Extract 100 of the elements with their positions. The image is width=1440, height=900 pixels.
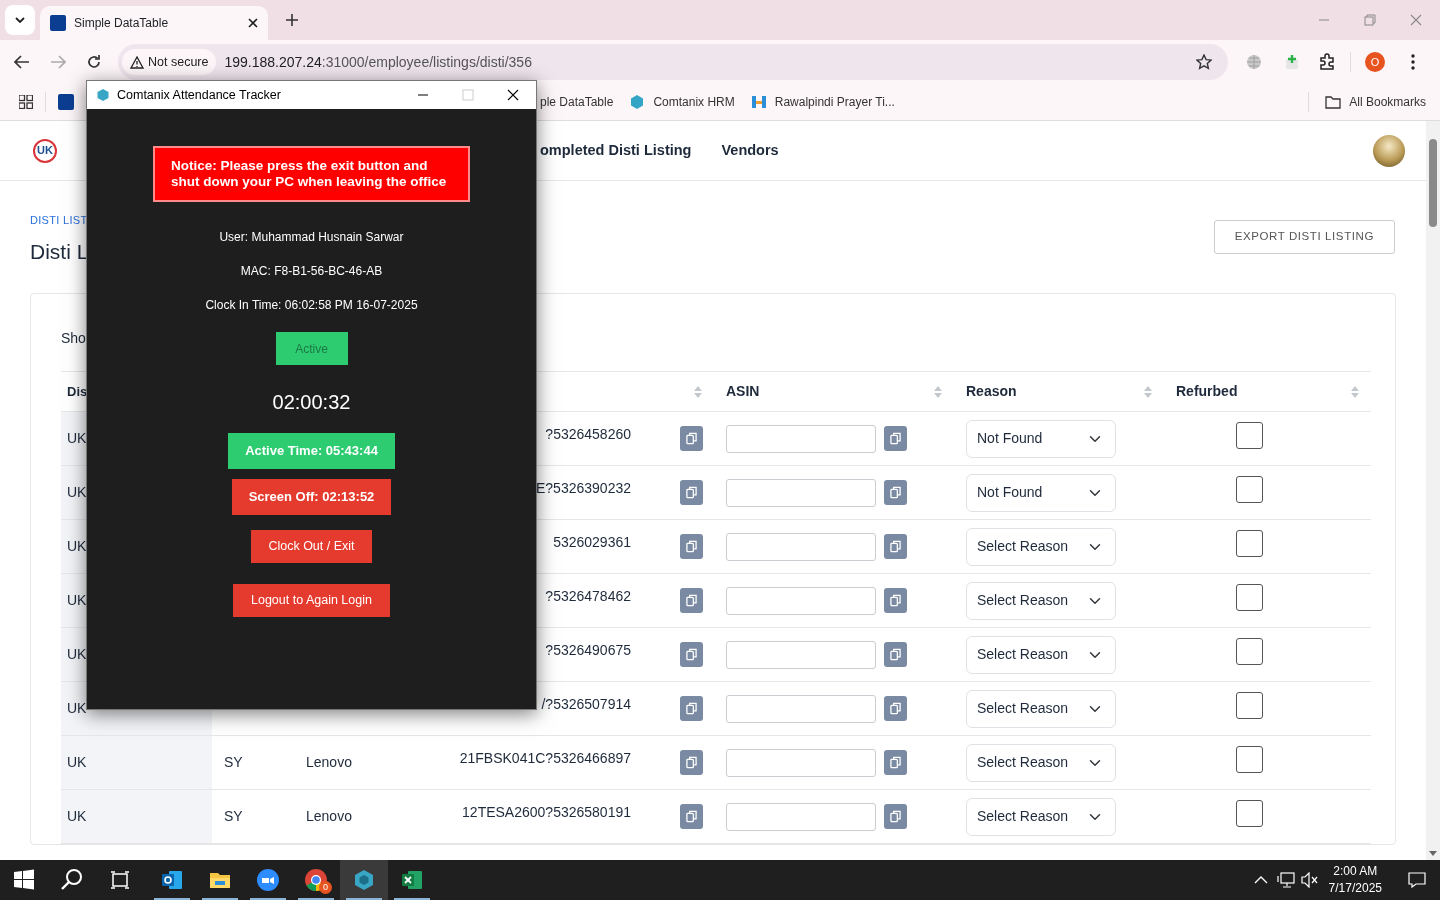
puzzle-icon[interactable] — [1318, 53, 1336, 71]
copy-icon — [890, 702, 901, 715]
scrollbar-thumb[interactable] — [1429, 139, 1437, 227]
restore-icon[interactable] — [1364, 14, 1376, 26]
reload-icon[interactable] — [86, 54, 102, 70]
checkbox[interactable] — [1236, 692, 1263, 719]
table-cell: UK — [67, 430, 87, 446]
browser-tab[interactable]: Simple DataTable — [40, 6, 268, 40]
column-header[interactable]: Reason — [966, 381, 1017, 402]
avatar[interactable] — [1373, 134, 1405, 167]
copy-button[interactable] — [680, 642, 703, 667]
breadcrumb-link[interactable]: DISTI LIST — [30, 212, 89, 229]
column-header[interactable]: Refurbed — [1176, 381, 1238, 402]
checkbox[interactable] — [1236, 638, 1263, 665]
close-icon[interactable] — [248, 18, 258, 28]
bookmark-link[interactable]: Rawalpindi Prayer Ti... — [750, 93, 895, 111]
reason-select[interactable]: Select Reason — [966, 581, 1116, 620]
asin-input[interactable] — [726, 586, 876, 615]
back-icon[interactable] — [14, 55, 30, 69]
bookmark-link[interactable]: Comtanix HRM — [629, 93, 735, 111]
menu-icon[interactable] — [1411, 54, 1415, 70]
network-icon[interactable] — [1276, 872, 1295, 888]
muted-speaker-icon[interactable] — [1300, 872, 1319, 888]
system-clock[interactable]: 2:00 AM 7/17/2025 — [1328, 863, 1382, 897]
action-button[interactable]: Clock Out / Exit — [251, 530, 372, 563]
url-text[interactable]: 199.188.207.24:31000/employee/listings/disti/356 — [224, 51, 532, 73]
asin-input[interactable] — [726, 640, 876, 669]
new-tab-icon[interactable] — [286, 14, 298, 26]
hexagon-icon — [629, 94, 646, 110]
forward-icon[interactable] — [50, 55, 66, 69]
tab-title: Simple DataTable — [74, 15, 170, 32]
spreadsheet-icon[interactable] — [400, 868, 424, 892]
outlook-icon[interactable] — [160, 868, 184, 892]
nav-link[interactable]: Vendors — [721, 139, 779, 162]
paste-button[interactable] — [884, 426, 907, 451]
paste-button[interactable] — [884, 642, 907, 667]
notification-icon[interactable] — [1408, 872, 1426, 888]
checkbox[interactable] — [1236, 584, 1263, 611]
checkbox[interactable] — [1236, 422, 1263, 449]
copy-button[interactable] — [680, 696, 703, 721]
paste-button[interactable] — [884, 480, 907, 505]
extension-icon[interactable] — [1284, 54, 1300, 70]
action-button[interactable]: Logout to Again Login — [233, 584, 390, 617]
checkbox[interactable] — [1236, 476, 1263, 503]
profile-avatar[interactable]: O — [1365, 52, 1385, 72]
start-icon[interactable] — [12, 868, 36, 892]
asin-input[interactable] — [726, 424, 876, 453]
taskbar-button[interactable]: 0 — [292, 860, 340, 900]
paste-button[interactable] — [884, 804, 907, 829]
copy-button[interactable] — [680, 588, 703, 613]
export-button[interactable]: EXPORT DISTI LISTING — [1213, 220, 1395, 254]
table-cell-text: 21FBSK041C?5326466897 — [458, 749, 631, 768]
paste-button[interactable] — [884, 588, 907, 613]
scroll-down-icon[interactable] — [1429, 851, 1437, 857]
asin-input[interactable] — [726, 802, 876, 831]
star-icon[interactable] — [1196, 54, 1212, 70]
bookmark-link[interactable]: ple DataTable — [540, 93, 614, 111]
security-chip[interactable]: Not secure — [122, 48, 217, 76]
all-bookmarks-link[interactable]: All Bookmarks — [1325, 93, 1426, 111]
chevron-up-icon[interactable] — [1253, 876, 1268, 884]
copy-button[interactable] — [680, 750, 703, 775]
paste-button[interactable] — [884, 534, 907, 559]
checkbox[interactable] — [1236, 800, 1263, 827]
reason-select[interactable]: Select Reason — [966, 689, 1116, 728]
reason-select[interactable]: Select Reason — [966, 527, 1116, 566]
nav-link[interactable]: ompleted Disti Listing — [540, 139, 692, 162]
copy-icon — [686, 432, 697, 445]
asin-input[interactable] — [726, 694, 876, 723]
asin-input[interactable] — [726, 478, 876, 507]
copy-icon — [890, 756, 901, 769]
reason-select[interactable]: Not Found — [966, 473, 1116, 512]
search-icon[interactable] — [60, 868, 84, 892]
column-header[interactable]: ASIN — [726, 381, 760, 402]
copy-icon — [890, 540, 901, 553]
site-logo[interactable]: UK — [33, 138, 57, 163]
asin-input[interactable] — [726, 532, 876, 561]
copy-icon — [890, 432, 901, 445]
video-chat-icon[interactable] — [256, 868, 280, 892]
reason-select[interactable]: Select Reason — [966, 797, 1116, 836]
copy-button[interactable] — [680, 534, 703, 559]
task-view-icon[interactable] — [108, 868, 132, 892]
paste-button[interactable] — [884, 750, 907, 775]
browser-icon[interactable] — [304, 868, 328, 892]
paste-button[interactable] — [884, 696, 907, 721]
globe-icon[interactable] — [1246, 54, 1262, 70]
reason-select[interactable]: Not Found — [966, 419, 1116, 458]
copy-button[interactable] — [680, 426, 703, 451]
copy-button[interactable] — [680, 804, 703, 829]
copy-button[interactable] — [680, 480, 703, 505]
hexagon-icon[interactable] — [352, 868, 376, 892]
tab-search-button[interactable] — [5, 5, 35, 35]
asin-input[interactable] — [726, 748, 876, 777]
apps-icon[interactable] — [19, 95, 33, 109]
checkbox[interactable] — [1236, 530, 1263, 557]
checkbox[interactable] — [1236, 746, 1263, 773]
reason-select[interactable]: Select Reason — [966, 743, 1116, 782]
reason-select[interactable]: Select Reason — [966, 635, 1116, 674]
close-icon[interactable] — [507, 89, 519, 101]
scrollbar[interactable] — [1426, 121, 1440, 860]
column-header[interactable]: Dis — [67, 381, 88, 402]
